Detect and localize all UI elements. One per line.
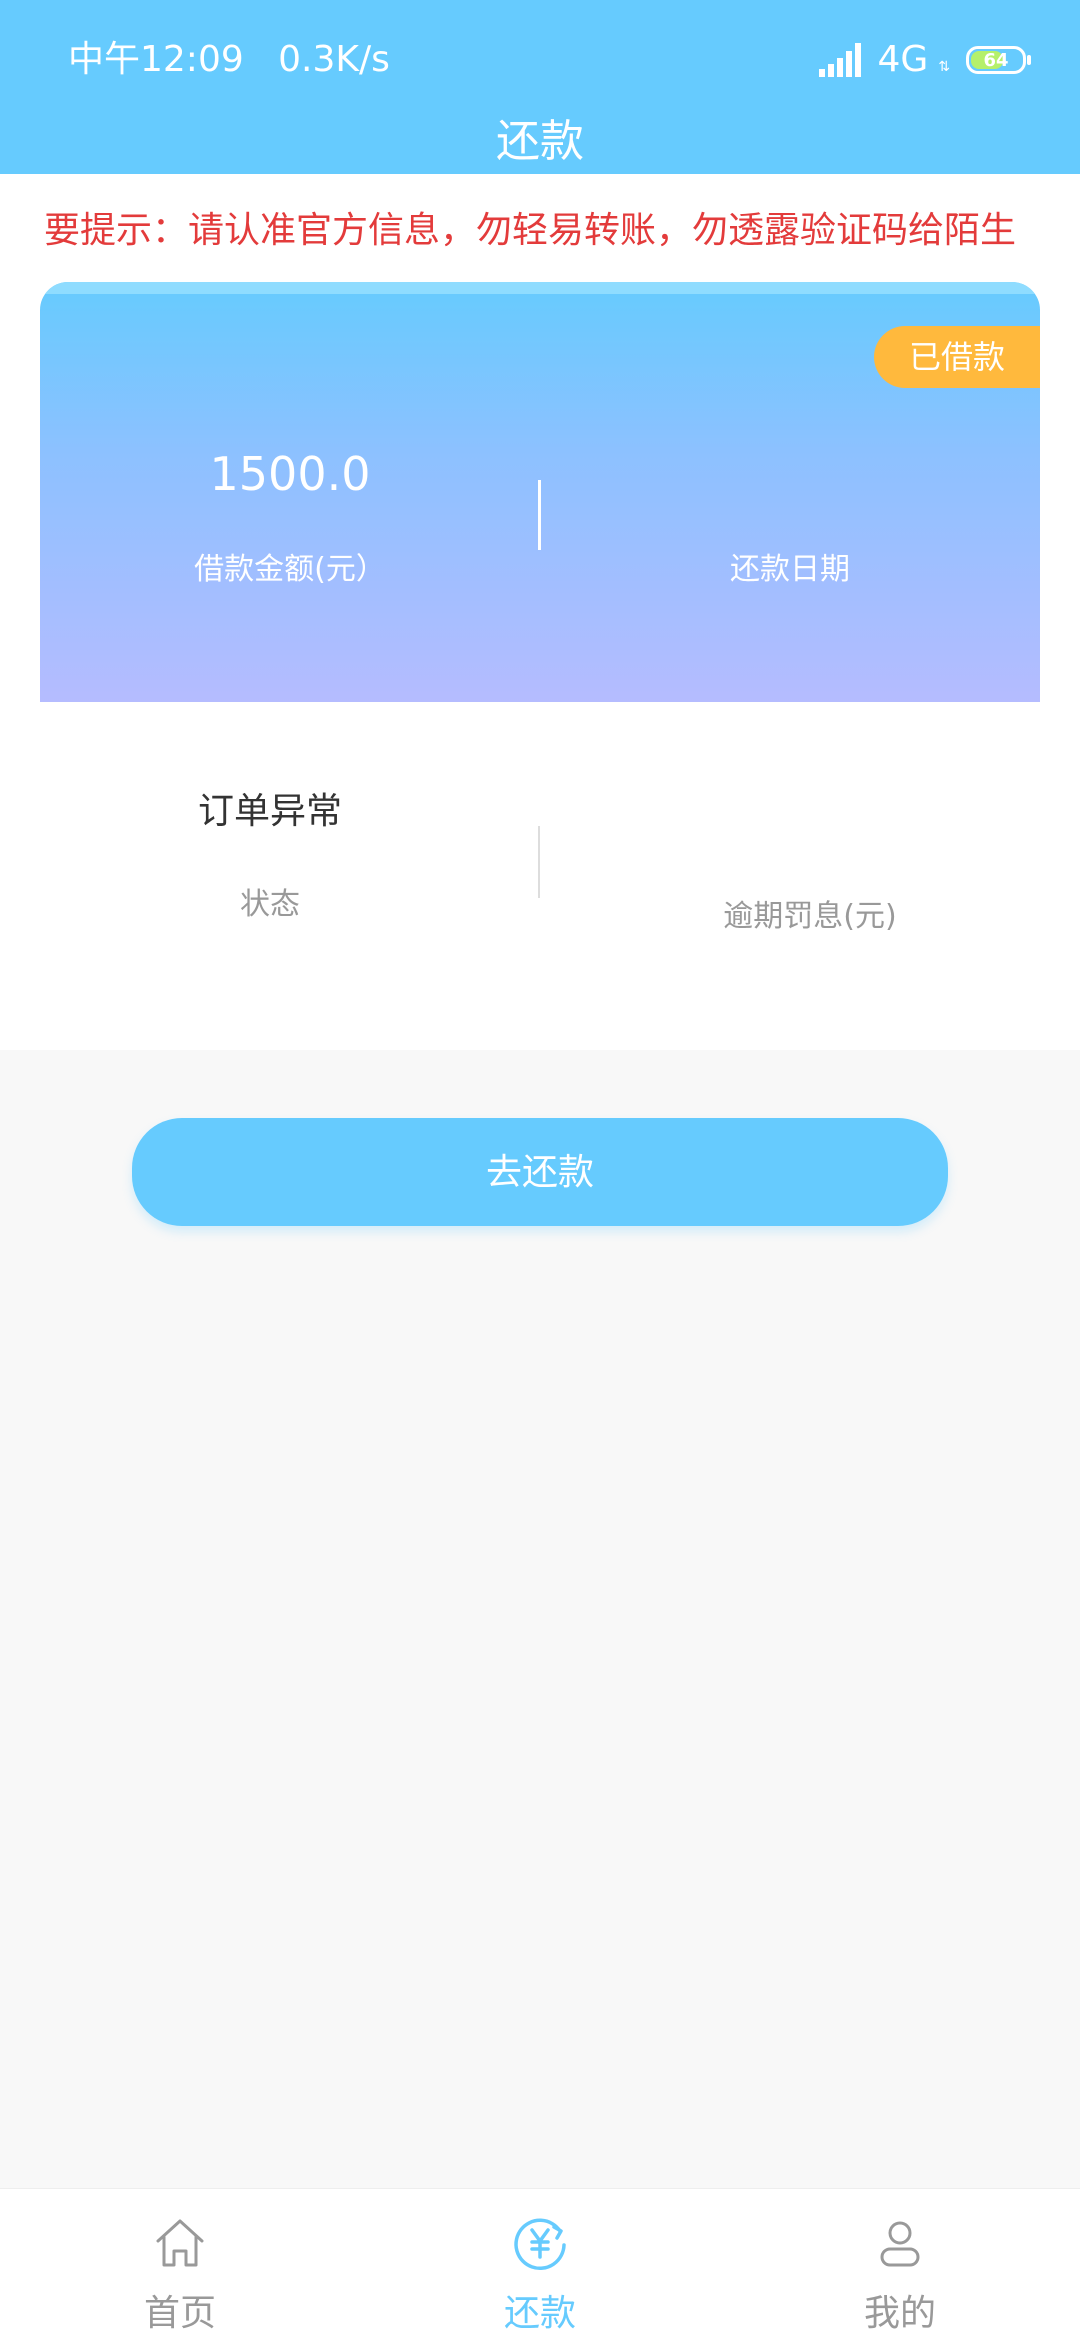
battery-icon: 64 <box>966 46 1031 74</box>
notice-text: 要提示：请认准官方信息，勿轻易转账，勿透露验证码给陌生 <box>44 210 1017 251</box>
status-net-speed: 0.3K/s <box>278 39 390 80</box>
tab-profile[interactable]: 我的 <box>720 2189 1080 2341</box>
loan-card: 已借款 1500.0 借款金额(元） 还款日期 <box>40 282 1040 702</box>
tab-profile-label: 我的 <box>863 2293 936 2334</box>
loan-amount: 1500.0 <box>209 447 371 501</box>
overdue-penalty-label: 逾期罚息(元) <box>723 899 897 934</box>
network-type: 4G <box>877 39 929 80</box>
tab-repay-label: 还款 <box>503 2293 576 2334</box>
notice-bar: 要提示：请认准官方信息，勿轻易转账，勿透露验证码给陌生 <box>0 174 1080 286</box>
battery-level: 64 <box>983 49 1009 71</box>
profile-icon <box>880 2221 920 2267</box>
repay-date-label: 还款日期 <box>730 552 850 587</box>
tab-home[interactable]: 首页 <box>0 2189 360 2341</box>
tab-repay[interactable]: 还款 <box>360 2189 720 2341</box>
status-badge: 已借款 <box>874 326 1040 388</box>
status-bar-time: 中午12:09 0.3K/s <box>68 36 390 84</box>
status-bar-indicators: 4G ⇅ 64 <box>819 36 1031 84</box>
data-arrows-icon: ⇅ <box>938 59 950 75</box>
details-divider <box>538 826 540 898</box>
signal-icon <box>819 43 862 77</box>
repay-yuan-icon <box>514 2218 566 2271</box>
order-status-value: 订单异常 <box>197 791 342 832</box>
status-time: 中午12:09 <box>68 39 244 80</box>
card-divider <box>538 480 541 550</box>
loan-amount-label: 借款金额(元） <box>194 552 386 587</box>
header: 中午12:09 0.3K/s 4G ⇅ 64 还款 <box>0 0 1080 174</box>
page-title: 还款 <box>496 116 584 167</box>
home-icon <box>156 2219 204 2267</box>
order-status-label: 状态 <box>240 887 300 922</box>
bottom-tab-bar: 首页 还款 我的 <box>0 2188 1080 2341</box>
tab-home-label: 首页 <box>143 2293 216 2334</box>
repay-button[interactable]: 去还款 <box>132 1118 948 1226</box>
